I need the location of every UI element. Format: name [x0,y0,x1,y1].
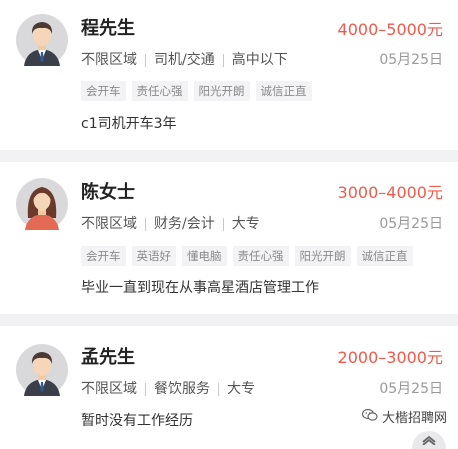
wechat-icon [361,408,378,426]
tag: 诚信正直 [356,246,413,266]
tag: 责任心强 [232,246,289,266]
watermark-text: 大楷招聘网 [381,411,447,426]
candidate-meta: 不限区域 司机/交通 高中以下 [81,51,288,69]
divider [222,53,224,67]
candidate-description: 暂时没有工作经历 [81,413,193,429]
tag-list: 会开车 英语好 懂电脑 责任心强 阳光开朗 诚信正直 [81,246,413,266]
tag: 阳光开朗 [294,246,351,266]
post-date: 05月25日 [379,52,443,68]
education-level: 大专 [227,381,255,397]
education-level: 大专 [231,216,260,232]
post-date: 05月25日 [379,216,443,232]
male-avatar-icon [16,14,68,66]
job-category: 餐饮服务 [154,381,210,397]
divider [145,382,146,396]
candidate-name: 孟先生 [81,347,135,368]
work-area: 不限区域 [81,216,137,232]
divider [222,217,224,231]
tag: 英语好 [131,246,176,266]
education-level: 高中以下 [231,52,288,68]
divider [145,217,146,231]
candidate-name: 程先生 [81,18,135,39]
tag: 懂电脑 [182,246,227,266]
tag: 会开车 [81,246,126,266]
candidate-name: 陈女士 [81,182,135,203]
divider [145,53,146,67]
salary-range: 3000–4000元 [337,183,443,202]
job-category: 司机/交通 [154,52,215,68]
work-area: 不限区域 [81,381,137,397]
candidate-card[interactable]: 陈女士 3000–4000元 不限区域 财务/会计 大专 05月25日 会开车 … [0,162,458,314]
post-date: 05月25日 [379,381,443,397]
tag: 阳光开朗 [193,81,250,101]
candidate-meta: 不限区域 餐饮服务 大专 [81,380,255,398]
salary-range: 4000–5000元 [337,20,443,39]
candidate-description: 毕业一直到现在从事高星酒店管理工作 [81,280,319,296]
candidate-card[interactable]: 程先生 4000–5000元 不限区域 司机/交通 高中以下 05月25日 会开… [0,0,458,150]
candidate-card[interactable]: 孟先生 2000–3000元 不限区域 餐饮服务 大专 05月25日 暂时没有工… [0,326,458,449]
divider [218,382,219,396]
job-category: 财务/会计 [154,216,215,232]
tag: 诚信正直 [255,81,312,101]
watermark: 大楷招聘网 [358,406,450,427]
female-avatar-icon [16,178,68,230]
candidate-meta: 不限区域 财务/会计 大专 [81,215,260,233]
candidate-description: c1司机开车3年 [81,116,177,132]
tag-list: 会开车 责任心强 阳光开朗 诚信正直 [81,81,312,101]
tag: 会开车 [81,81,126,101]
chevron-up-icon [421,430,437,449]
salary-range: 2000–3000元 [337,348,443,367]
tag: 责任心强 [131,81,188,101]
male-avatar-icon [16,344,68,396]
work-area: 不限区域 [81,52,137,68]
